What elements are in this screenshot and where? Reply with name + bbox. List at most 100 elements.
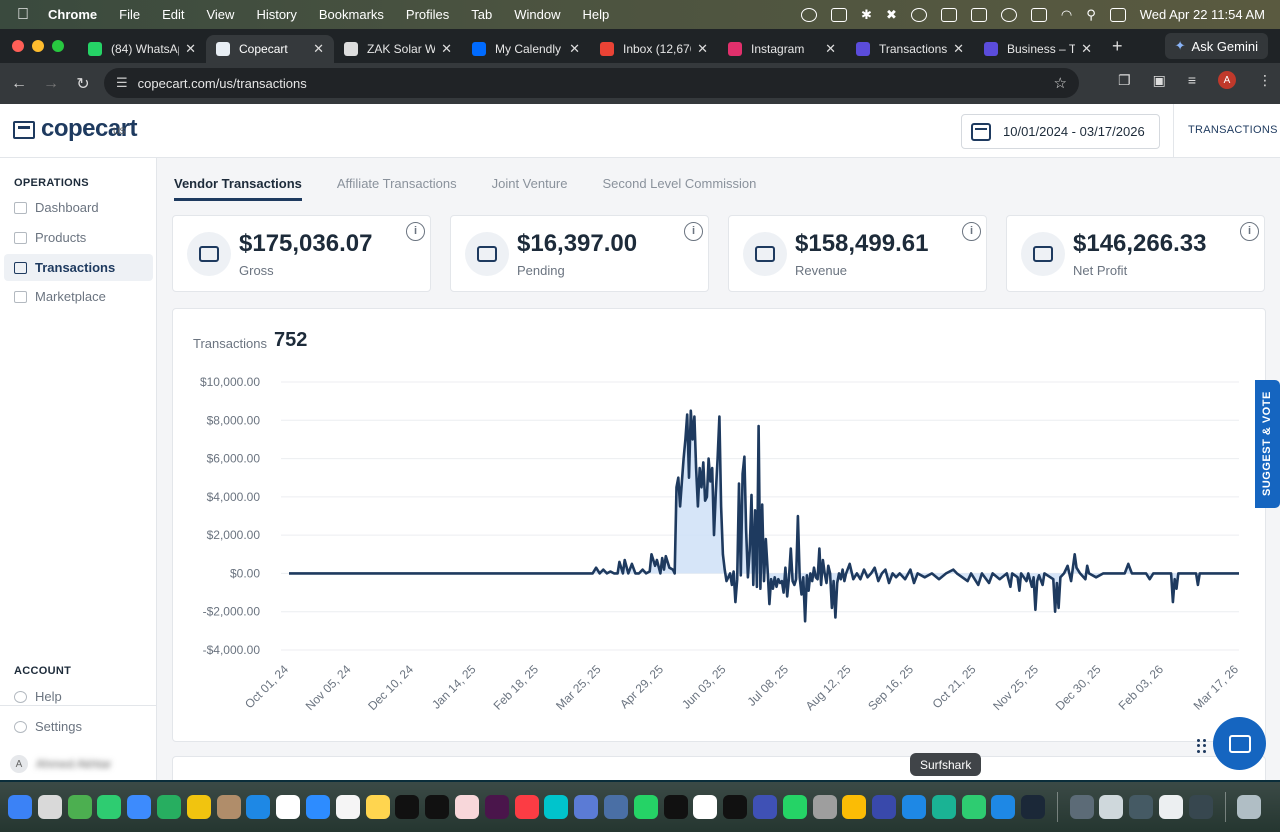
info-icon[interactable]: i — [962, 222, 981, 241]
browser-tab[interactable]: Inbox (12,676 ✕ — [590, 35, 718, 63]
menu-app-name[interactable]: Chrome — [48, 7, 97, 22]
sidebar-item-settings[interactable]: Settings — [4, 713, 153, 740]
chrome-icon[interactable] — [842, 795, 867, 819]
site-settings-icon[interactable]: ☰ — [116, 75, 128, 91]
settings-icon[interactable] — [812, 795, 837, 819]
folder-icon[interactable] — [1159, 795, 1184, 819]
tab-vendor-transactions[interactable]: Vendor Transactions — [174, 166, 302, 201]
messages-icon[interactable] — [97, 795, 122, 819]
browser-tab[interactable]: (84) WhatsApp ✕ — [78, 35, 206, 63]
ask-gemini-button[interactable]: ✦ Ask Gemini — [1164, 33, 1268, 59]
steam-icon[interactable] — [1021, 795, 1046, 819]
tab-close-icon[interactable]: ✕ — [441, 41, 452, 57]
profile-avatar[interactable]: A — [1218, 71, 1236, 89]
sidebar-item-dashboard[interactable]: Dashboard — [4, 194, 153, 221]
extensions-icon[interactable]: ❐ — [1118, 72, 1131, 89]
capcut-icon[interactable] — [663, 795, 688, 819]
canva-icon[interactable] — [544, 795, 569, 819]
suggest-vote-tab[interactable]: SUGGEST & VOTE — [1255, 380, 1280, 508]
browser-tab[interactable]: ZAK Solar We ✕ — [334, 35, 462, 63]
menu-bookmarks[interactable]: Bookmarks — [319, 7, 384, 22]
folder-icon[interactable] — [1129, 795, 1154, 819]
folder-icon[interactable] — [1188, 795, 1213, 819]
menu-view[interactable]: View — [206, 7, 234, 22]
appstore-icon[interactable] — [246, 795, 271, 819]
launchpad-icon[interactable] — [37, 795, 62, 819]
menu-history[interactable]: History — [256, 7, 296, 22]
browser-tab[interactable]: Instagram ✕ — [718, 35, 846, 63]
chrome-menu-icon[interactable]: ⋮ — [1258, 72, 1272, 89]
forward-icon[interactable]: → — [35, 75, 67, 93]
safari-icon[interactable] — [901, 795, 926, 819]
phone-icon[interactable] — [961, 795, 986, 819]
tab-joint-venture[interactable]: Joint Venture — [492, 166, 568, 201]
notes-icon[interactable] — [365, 795, 390, 819]
new-tab-button[interactable]: + — [1112, 36, 1123, 57]
x-icon[interactable] — [723, 795, 748, 819]
gear-icon[interactable] — [940, 7, 957, 22]
surfshark-icon[interactable] — [931, 795, 956, 819]
apple-icon[interactable]:  — [17, 6, 35, 24]
fullscreen-window-button[interactable] — [52, 40, 64, 52]
zoom-icon[interactable] — [305, 795, 330, 819]
bluebook-icon[interactable] — [603, 795, 628, 819]
lens-icon[interactable]: ▣ — [1153, 72, 1166, 89]
display-icon[interactable] — [970, 7, 987, 22]
sidebar-item-products[interactable]: Products — [4, 224, 153, 251]
info-icon[interactable]: i — [684, 222, 703, 241]
folder-icon[interactable] — [1099, 795, 1124, 819]
zoom-status-icon[interactable] — [801, 7, 818, 22]
close-window-button[interactable] — [12, 40, 24, 52]
strikethrough-icon[interactable] — [831, 7, 848, 22]
date-range-picker[interactable]: 10/01/2024 - 03/17/2026 — [961, 114, 1160, 149]
facetime-icon[interactable] — [156, 795, 181, 819]
finder-icon[interactable] — [8, 795, 32, 819]
snow-icon[interactable] — [991, 795, 1016, 819]
menu-edit[interactable]: Edit — [162, 7, 184, 22]
transactions-nav-link[interactable]: TRANSACTIONS — [1188, 124, 1278, 136]
tab-close-icon[interactable]: ✕ — [825, 41, 836, 57]
folder-icon[interactable] — [1069, 795, 1094, 819]
info-icon[interactable]: i — [1240, 222, 1259, 241]
reminders-icon[interactable] — [335, 795, 360, 819]
wifi-icon[interactable]: ◠ — [1061, 7, 1072, 23]
address-bar[interactable]: ☰ copecart.com/us/transactions ☆ — [104, 68, 1079, 98]
info-icon[interactable]: i — [406, 222, 425, 241]
photos-icon[interactable] — [186, 795, 211, 819]
battery-icon[interactable] — [1030, 7, 1047, 22]
canva-c-icon[interactable] — [872, 795, 897, 819]
browser-tab[interactable]: My Calendly ✕ — [462, 35, 590, 63]
apps-grid-icon[interactable] — [1197, 739, 1209, 753]
tab-close-icon[interactable]: ✕ — [569, 41, 580, 57]
menu-profiles[interactable]: Profiles — [406, 7, 449, 22]
tv-icon[interactable] — [425, 795, 450, 819]
tab-close-icon[interactable]: ✕ — [953, 41, 964, 57]
stocks-icon[interactable] — [395, 795, 420, 819]
reload-icon[interactable]: ↻ — [67, 74, 99, 94]
whatsapp-icon[interactable] — [633, 795, 658, 819]
sidebar-item-transactions[interactable]: Transactions — [4, 254, 153, 281]
bluetooth-icon[interactable]: ✱ — [861, 7, 872, 23]
tab-close-icon[interactable]: ✕ — [313, 41, 324, 57]
browser-tab[interactable]: Transactions ✕ — [846, 35, 974, 63]
menu-help[interactable]: Help — [583, 7, 610, 22]
url-text[interactable]: copecart.com/us/transactions — [138, 76, 307, 91]
music-icon[interactable] — [514, 795, 539, 819]
search-icon[interactable]: ⚲ — [1086, 7, 1096, 23]
tab-close-icon[interactable]: ✕ — [1081, 41, 1092, 57]
control-center-icon[interactable] — [1109, 7, 1126, 22]
reading-list-icon[interactable]: ≡ — [1188, 72, 1196, 88]
arc-icon[interactable] — [752, 795, 777, 819]
browser-tab[interactable]: Copecart ✕ — [206, 35, 334, 63]
play-icon[interactable] — [910, 7, 927, 22]
trash-icon[interactable] — [1237, 795, 1262, 819]
mail-icon[interactable] — [127, 795, 152, 819]
freeform-icon[interactable] — [454, 795, 479, 819]
menu-tab[interactable]: Tab — [471, 7, 492, 22]
user-profile[interactable]: A Ahmed Akhtar — [10, 755, 111, 773]
mute-icon[interactable]: ✖ — [886, 7, 897, 23]
tab-close-icon[interactable]: ✕ — [697, 41, 708, 57]
transactions-line-chart[interactable]: $10,000.00 $8,000.00 $6,000.00 $4,000.00 $2,… — [173, 309, 1267, 743]
back-icon[interactable]: ← — [3, 75, 35, 93]
slack-icon[interactable] — [484, 795, 509, 819]
